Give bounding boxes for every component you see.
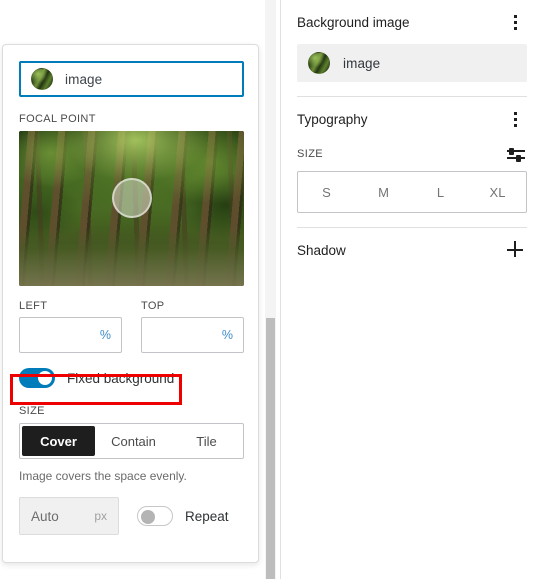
typography-size-label: SIZE — [297, 148, 324, 160]
size-option-contain[interactable]: Contain — [97, 424, 170, 458]
font-size-option-l[interactable]: L — [412, 172, 469, 212]
focal-left-input[interactable]: % — [19, 317, 122, 353]
focal-left-unit: % — [99, 328, 111, 342]
plus-icon[interactable] — [503, 238, 527, 262]
settings-sidebar: Background image image Typography SIZE S… — [280, 0, 543, 579]
fixed-background-label: Fixed background — [67, 370, 175, 386]
kebab-dot — [513, 111, 517, 115]
typography-size-control[interactable]: S M L XL — [297, 171, 527, 213]
repeat-row[interactable]: Repeat — [137, 506, 229, 526]
kebab-dot — [513, 123, 517, 127]
left-panel-scrollbar-thumb[interactable] — [266, 318, 275, 579]
typography-title: Typography — [297, 111, 368, 127]
shadow-header: Shadow — [297, 228, 527, 272]
focal-top-group: TOP % — [141, 300, 244, 353]
size-option-cover[interactable]: Cover — [22, 426, 95, 456]
sliders-icon[interactable] — [505, 143, 527, 165]
background-image-popover: image FOCAL POINT LEFT % TOP % Fixed bac… — [2, 44, 259, 563]
width-unit: px — [94, 509, 107, 523]
background-image-media-value: image — [343, 55, 381, 71]
slider-knob-bottom — [516, 154, 521, 162]
width-value: Auto — [31, 508, 59, 524]
media-picker-value: image — [65, 71, 103, 87]
repeat-toggle[interactable] — [137, 506, 173, 526]
shadow-title: Shadow — [297, 242, 346, 258]
editor-screen: image FOCAL POINT LEFT % TOP % Fixed bac… — [0, 0, 543, 579]
size-segmented-control[interactable]: Cover Contain Tile — [19, 423, 244, 459]
fixed-background-toggle[interactable] — [19, 368, 55, 388]
left-popover-region: image FOCAL POINT LEFT % TOP % Fixed bac… — [0, 0, 280, 579]
media-picker-input[interactable]: image — [19, 61, 244, 97]
background-image-title: Background image — [297, 14, 410, 30]
font-size-option-xl[interactable]: XL — [469, 172, 526, 212]
toggle-knob-icon — [141, 510, 155, 524]
kebab-dot — [513, 14, 517, 18]
font-size-option-s[interactable]: S — [298, 172, 355, 212]
focal-point-handle-icon[interactable] — [112, 178, 152, 218]
popover-content: image FOCAL POINT LEFT % TOP % Fixed bac… — [3, 45, 258, 535]
width-repeat-row: Auto px Repeat — [19, 497, 244, 535]
forest-image-thumbnail-icon — [31, 68, 53, 90]
left-panel-scrollbar-track[interactable] — [265, 0, 276, 579]
repeat-label: Repeat — [185, 508, 229, 524]
focal-top-input[interactable]: % — [141, 317, 244, 353]
focal-top-label: TOP — [141, 300, 165, 312]
kebab-dot — [513, 26, 517, 30]
focal-left-group: LEFT % — [19, 300, 122, 353]
kebab-menu-icon[interactable] — [503, 10, 527, 34]
size-helper-text: Image covers the space evenly. — [19, 469, 187, 483]
focal-left-label: LEFT — [19, 300, 48, 312]
typography-size-row: SIZE — [297, 143, 527, 165]
typography-header: Typography — [297, 97, 527, 141]
background-image-section: Background image image — [281, 0, 543, 97]
kebab-menu-icon[interactable] — [503, 107, 527, 131]
width-input[interactable]: Auto px — [19, 497, 119, 535]
font-size-option-m[interactable]: M — [355, 172, 412, 212]
focal-top-unit: % — [221, 328, 233, 342]
forest-image-thumbnail-icon — [308, 52, 330, 74]
fixed-background-row[interactable]: Fixed background — [19, 367, 244, 389]
size-label: SIZE — [19, 405, 45, 417]
size-option-tile[interactable]: Tile — [170, 424, 243, 458]
background-image-media-row[interactable]: image — [297, 44, 527, 82]
typography-section: Typography SIZE S M L XL — [281, 97, 543, 228]
shadow-section: Shadow — [281, 228, 543, 272]
slider-knob-top — [509, 147, 514, 155]
kebab-dot — [513, 20, 517, 24]
kebab-dot — [513, 117, 517, 121]
focal-point-label: FOCAL POINT — [19, 113, 96, 125]
toggle-knob-icon — [38, 371, 52, 385]
background-image-header: Background image — [297, 0, 527, 44]
focal-point-picker[interactable] — [19, 131, 244, 286]
focal-coordinates-row: LEFT % TOP % — [19, 300, 244, 353]
